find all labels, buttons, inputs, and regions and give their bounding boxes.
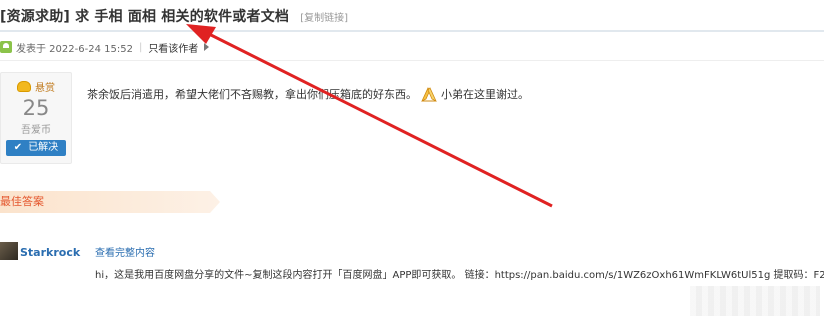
best-answer-label: 最佳答案 bbox=[0, 195, 44, 208]
coin-icon bbox=[17, 81, 31, 92]
reward-amount: 25 bbox=[22, 96, 50, 120]
answer-avatar[interactable] bbox=[0, 242, 18, 260]
reward-header: 悬赏 bbox=[1, 79, 71, 94]
caret-right-icon bbox=[204, 43, 210, 51]
check-icon: ✔ bbox=[13, 142, 23, 153]
solved-badge: ✔ 已解决 bbox=[6, 140, 66, 156]
watermark bbox=[690, 286, 820, 316]
post-text: 茶余饭后消遣用，希望大佬们不吝赐教，拿出你们压箱底的好东西。 bbox=[87, 88, 417, 101]
solved-label: 已解决 bbox=[28, 142, 59, 153]
author-only-link[interactable]: 只看该作者 bbox=[148, 40, 198, 55]
post-body: 茶余饭后消遣用，希望大佬们不吝赐教，拿出你们压箱底的好东西。 小弟在这里谢过。 bbox=[87, 84, 529, 104]
thread-title: [资源求助] 求 手相 面相 相关的软件或者文档 bbox=[0, 9, 290, 25]
title-divider bbox=[0, 30, 824, 32]
answer-author-link[interactable]: Starkrock bbox=[20, 246, 80, 259]
post-meta: 发表于 2022-6-24 15:52 | 只看该作者 bbox=[0, 39, 210, 55]
user-online-icon bbox=[0, 41, 12, 53]
reward-label: 悬赏 bbox=[35, 83, 55, 94]
meta-divider bbox=[0, 60, 824, 61]
view-full-content-link[interactable]: 查看完整内容 bbox=[95, 244, 155, 259]
thread-title-row: [资源求助] 求 手相 面相 相关的软件或者文档 [复制链接] bbox=[0, 6, 348, 28]
meta-separator: | bbox=[138, 41, 143, 53]
answer-text: hi，这是我用百度网盘分享的文件~复制这段内容打开「百度网盘」APP即可获取。 … bbox=[95, 270, 824, 281]
reward-box: 悬赏 25 吾爱币 ✔ 已解决 bbox=[0, 72, 72, 164]
best-answer-tag: 最佳答案 bbox=[0, 191, 220, 213]
post-thanks-text: 小弟在这里谢过。 bbox=[441, 88, 529, 101]
pray-hands-icon bbox=[421, 87, 437, 102]
post-date: 发表于 2022-6-24 15:52 bbox=[16, 43, 133, 55]
copy-link-button[interactable]: [复制链接] bbox=[300, 13, 348, 24]
reward-unit: 吾爱币 bbox=[21, 125, 51, 136]
